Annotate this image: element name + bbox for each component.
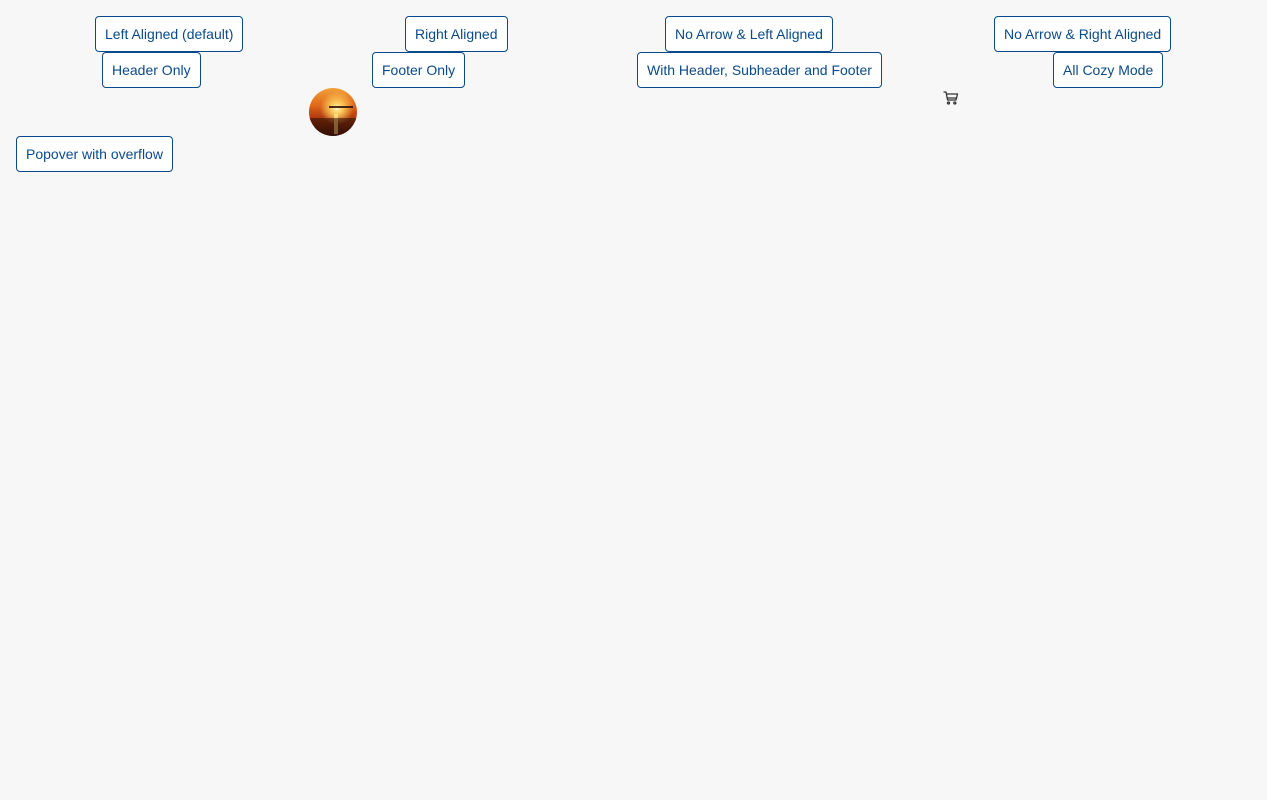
right-aligned-button[interactable]: Right Aligned xyxy=(405,16,508,52)
sunset-avatar[interactable] xyxy=(309,88,357,136)
all-cozy-mode-button[interactable]: All Cozy Mode xyxy=(1053,52,1164,88)
footer-only-button[interactable]: Footer Only xyxy=(372,52,466,88)
no-arrow-right-aligned-button[interactable]: No Arrow & Right Aligned xyxy=(994,16,1172,52)
header-subheader-footer-button[interactable]: With Header, Subheader and Footer xyxy=(637,52,882,88)
header-only-button[interactable]: Header Only xyxy=(102,52,201,88)
popover-demo-page: Left Aligned (default) Right Aligned No … xyxy=(0,0,1267,800)
left-aligned-button[interactable]: Left Aligned (default) xyxy=(95,16,244,52)
sunset-avatar-image xyxy=(309,88,357,136)
cart-icon[interactable] xyxy=(942,89,960,107)
no-arrow-left-aligned-button[interactable]: No Arrow & Left Aligned xyxy=(665,16,833,52)
popover-with-overflow-button[interactable]: Popover with overflow xyxy=(16,136,173,172)
